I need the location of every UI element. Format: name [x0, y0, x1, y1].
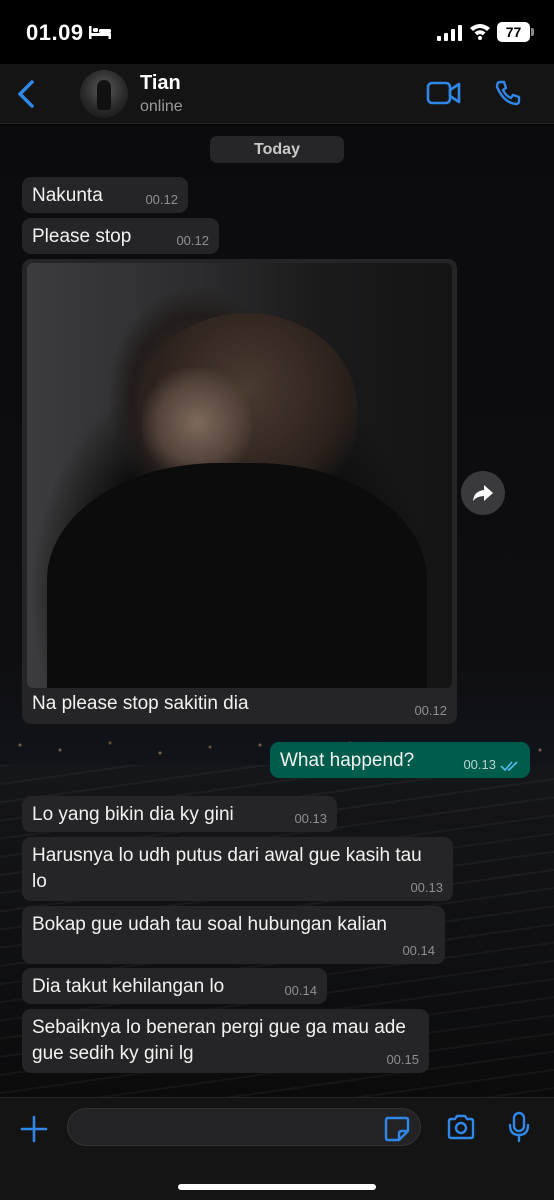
message-text: Harusnya lo udh putus dari awal gue kasi…	[32, 845, 422, 892]
plus-icon[interactable]	[19, 1114, 49, 1144]
sticker-icon[interactable]	[384, 1116, 410, 1142]
message-text: Lo yang bikin dia ky gini	[32, 804, 234, 825]
message-text: Bokap gue udah tau soal hubungan kalian	[32, 914, 387, 935]
input-bar	[0, 1097, 554, 1200]
message-time: 00.12	[414, 703, 447, 718]
forward-icon	[473, 485, 493, 501]
forward-button[interactable]	[461, 471, 505, 515]
message-text: Sebaiknya lo beneran pergi gue ga mau ad…	[32, 1017, 406, 1064]
message-time: 00.12	[145, 192, 178, 207]
date-chip: Today	[210, 136, 344, 163]
message-time: 00.13	[463, 757, 496, 772]
photo-image[interactable]	[27, 263, 452, 688]
message-time: 00.14	[402, 943, 435, 958]
mic-icon[interactable]	[508, 1111, 530, 1143]
read-ticks-icon	[500, 761, 518, 772]
photo-body	[47, 463, 427, 688]
photo-caption: Na please stop sakitin dia	[32, 693, 249, 714]
message-time: 00.14	[284, 983, 317, 998]
avatar-figure	[97, 80, 111, 110]
back-icon[interactable]	[14, 78, 38, 110]
chat-header: Tian online	[0, 64, 554, 124]
contact-name[interactable]: Tian	[140, 72, 181, 95]
status-time: 01.09	[26, 20, 84, 45]
wifi-icon	[470, 24, 490, 40]
signal-icon	[437, 25, 462, 41]
message-bubble[interactable]: Sebaiknya lo beneran pergi gue ga mau ad…	[22, 1009, 429, 1073]
camera-icon[interactable]	[446, 1114, 476, 1140]
avatar[interactable]	[80, 70, 128, 118]
bed-icon	[89, 26, 111, 39]
photo-hands	[142, 368, 252, 478]
message-text: Dia takut kehilangan lo	[32, 976, 225, 997]
message-bubble[interactable]: Harusnya lo udh putus dari awal gue kasi…	[22, 837, 453, 901]
message-time: 00.12	[176, 233, 209, 248]
battery-icon: 77	[497, 22, 530, 42]
chat-area[interactable]: Today Nakunta 00.12 Please stop 00.12 Na…	[0, 125, 554, 1097]
message-time: 00.15	[386, 1052, 419, 1067]
message-time: 00.13	[294, 811, 327, 826]
battery-cap	[531, 28, 534, 36]
message-time: 00.13	[410, 880, 443, 895]
message-bubble[interactable]: Lo yang bikin dia ky gini 00.13	[22, 796, 337, 832]
message-bubble[interactable]: Dia takut kehilangan lo 00.14	[22, 968, 327, 1004]
message-input[interactable]	[67, 1108, 421, 1146]
contact-status: online	[140, 98, 183, 115]
home-indicator	[178, 1184, 376, 1190]
video-call-icon[interactable]	[426, 80, 462, 106]
voice-call-icon[interactable]	[494, 79, 522, 107]
message-bubble-outgoing[interactable]: What happend? 00.13	[270, 742, 530, 778]
message-bubble[interactable]: Nakunta 00.12	[22, 177, 188, 213]
status-bar: 01.09 77	[0, 0, 554, 64]
photo-message[interactable]: Na please stop sakitin dia 00.12	[22, 259, 457, 724]
message-bubble[interactable]: Bokap gue udah tau soal hubungan kalian …	[22, 906, 445, 964]
message-bubble[interactable]: Please stop 00.12	[22, 218, 219, 254]
